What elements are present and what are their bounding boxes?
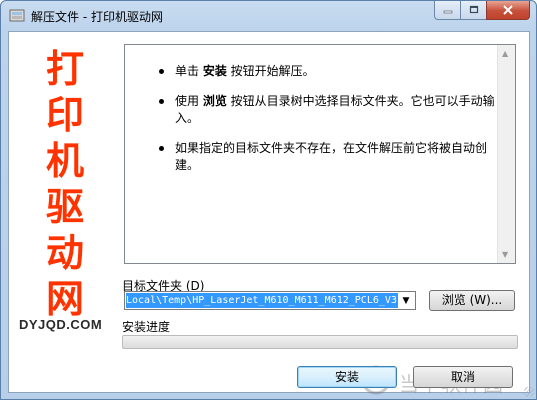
brand-char: 印	[45, 93, 84, 137]
instruction-keyword: 浏览	[202, 94, 227, 108]
vertical-scrollbar[interactable]: ▲ ▼	[497, 45, 515, 263]
destination-combobox[interactable]: Local\Temp\HP_LaserJet_M610_M611_M612_PC…	[124, 291, 416, 310]
instruction-text: 按钮开始解压。	[226, 64, 315, 78]
resize-grip[interactable]	[524, 387, 534, 397]
instructions-list: 单击 安装 按钮开始解压。 使用 浏览 按钮从目录树中选择目标文件夹。它也可以手…	[125, 63, 495, 187]
install-progress-bar	[122, 335, 518, 349]
installer-window: 解压文件 - 打印机驱动网 打 印 机 驱 动 网 DYJQD.COM 单击 安…	[0, 0, 537, 400]
progress-label: 安装进度	[122, 320, 171, 334]
close-icon	[503, 5, 513, 15]
dialog-body: 打 印 机 驱 动 网 DYJQD.COM 单击 安装 按钮开始解压。 使用 浏…	[8, 31, 530, 396]
list-item: 使用 浏览 按钮从目录树中选择目标文件夹。它也可以手动输入。	[125, 93, 495, 127]
title-bar[interactable]: 解压文件 - 打印机驱动网	[1, 1, 536, 31]
chevron-down-icon[interactable]: ▼	[399, 292, 413, 309]
scroll-up-icon[interactable]: ▲	[502, 49, 508, 58]
maximize-icon	[469, 5, 478, 14]
browse-button[interactable]: 浏览 (W)...	[429, 290, 515, 311]
bullet-icon	[159, 146, 164, 151]
bullet-icon	[159, 69, 164, 74]
list-item: 单击 安装 按钮开始解压。	[125, 63, 495, 80]
instruction-keyword: 安装	[202, 64, 227, 78]
brand-site: DYJQD.COM	[19, 317, 103, 332]
minimize-icon	[443, 10, 452, 14]
bullet-icon	[159, 99, 164, 104]
brand-char: 机	[45, 139, 84, 183]
brand-char: 驱	[45, 185, 84, 229]
cancel-button[interactable]: 取消	[413, 366, 513, 388]
instruction-text: 使用	[175, 94, 203, 108]
brand-char: 网	[45, 277, 84, 321]
window-title: 解压文件 - 打印机驱动网	[31, 10, 163, 24]
close-button[interactable]	[486, 1, 530, 20]
brand-banner: 打 印 机 驱 动 网	[17, 46, 113, 346]
archive-app-icon	[9, 9, 25, 22]
destination-value[interactable]: Local\Temp\HP_LaserJet_M610_M611_M612_PC…	[126, 293, 398, 308]
install-button[interactable]: 安装	[297, 366, 397, 388]
brand-char: 动	[45, 231, 84, 275]
minimize-button[interactable]	[434, 1, 460, 20]
brand-char: 打	[45, 47, 84, 91]
list-item: 如果指定的目标文件夹不存在，在文件解压前它将被自动创建。	[125, 140, 495, 174]
window-controls	[434, 1, 530, 21]
instruction-text: 单击	[175, 64, 203, 78]
instructions-box: 单击 安装 按钮开始解压。 使用 浏览 按钮从目录树中选择目标文件夹。它也可以手…	[124, 44, 516, 264]
scroll-down-icon[interactable]: ▼	[502, 250, 508, 259]
maximize-button[interactable]	[460, 1, 486, 20]
instruction-text: 如果指定的目标文件夹不存在，在文件解压前它将被自动创建。	[175, 141, 488, 172]
